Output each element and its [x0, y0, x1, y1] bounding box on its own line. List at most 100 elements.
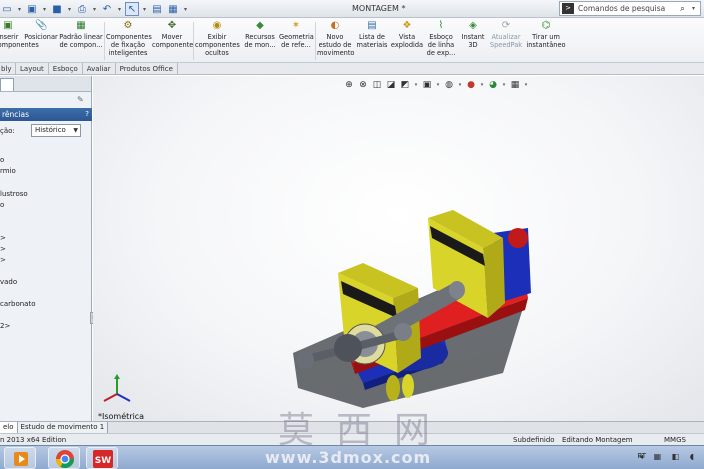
explode-line-label: Esboço de linha de exp... [426, 33, 456, 57]
watermark-chinese: 莫西网 [278, 410, 453, 451]
media-player-icon [14, 452, 28, 466]
tab-assembly[interactable]: bly [0, 63, 16, 75]
help-icon[interactable]: ? [85, 108, 89, 121]
zoom-to-fit-icon[interactable]: ⊕ [343, 79, 355, 91]
file-properties-icon[interactable]: ▦ [166, 2, 180, 16]
mate-label: Posicionar [24, 33, 58, 41]
system-tray[interactable]: ◂ ▦ ◧ ◖ [639, 452, 698, 461]
feature-manager-panel: ✎ rências ? ção: Histórico ▼ o rmio lust… [0, 76, 96, 421]
appearance-icon[interactable]: ● [465, 79, 477, 91]
mate-button[interactable]: 📎 Posicionar [24, 20, 58, 41]
panel-tab-active[interactable] [0, 78, 14, 91]
list-item[interactable]: 2> [0, 322, 10, 330]
quick-access-toolbar: ▭ ▾ ▣ ▾ ■ ▾ ⎙ ▾ ↶ ▾ ↖ ▾ ▤ ▦ ▾ [0, 1, 189, 17]
motion-study-icon: ◐ [330, 20, 340, 31]
reference-geometry-button[interactable]: ✶ Geometria de refe... [279, 20, 314, 49]
search-dropdown-icon[interactable]: ▾ [692, 5, 700, 12]
list-item[interactable]: vado [0, 278, 17, 286]
solidworks-icon: SW [93, 450, 113, 468]
scene-dropdown-icon[interactable]: ▾ [501, 79, 507, 91]
new-dropdown-icon[interactable]: ▾ [16, 2, 23, 16]
previous-view-icon[interactable]: ◫ [371, 79, 383, 91]
update-speedpak-button[interactable]: ⟳ Atualizar SpeedPak [489, 20, 523, 49]
list-item[interactable]: > [0, 256, 6, 264]
linear-pattern-button[interactable]: ▦ Padrão linear de compon... [59, 20, 103, 49]
command-search[interactable]: > Comandos de pesquisa ⌕ ▾ [559, 1, 701, 16]
list-item[interactable]: rmio [0, 167, 16, 175]
tab-sketch[interactable]: Esboço [49, 63, 83, 75]
print-dropdown-icon[interactable]: ▾ [91, 2, 98, 16]
watermark-url: www.3dmox.com [265, 448, 432, 467]
chrome-taskbar-button[interactable] [48, 447, 80, 469]
show-hidden-components-button[interactable]: ◉ Exibir componentes ocultos [195, 20, 240, 57]
speedpak-icon: ⟳ [501, 20, 511, 31]
linear-pattern-label: Padrão linear de compon... [59, 33, 103, 49]
move-component-button[interactable]: ✥ Mover componente [152, 20, 194, 49]
insert-components-icon: ▣ [3, 20, 13, 31]
exploded-view-button[interactable]: ❖ Vista explodida [390, 20, 424, 49]
tab-evaluate[interactable]: Avaliar [83, 63, 116, 75]
undo-dropdown-icon[interactable]: ▾ [116, 2, 123, 16]
tab-office-products[interactable]: Produtos Office [116, 63, 178, 75]
document-title: MONTAGEM * [352, 4, 406, 13]
view-orientation-dropdown-icon[interactable]: ▾ [413, 79, 419, 91]
list-item[interactable]: o [0, 156, 4, 164]
smart-fasteners-icon: ⚙ [123, 20, 133, 31]
zoom-area-icon[interactable]: ⊗ [357, 79, 369, 91]
insert-components-button[interactable]: ▣ Inserir componentes [0, 20, 39, 49]
open-folder-icon[interactable]: ▣ [25, 2, 39, 16]
hide-show-dropdown-icon[interactable]: ▾ [457, 79, 463, 91]
tab-motion-study[interactable]: Estudo de movimento 1 [17, 422, 109, 433]
undo-icon[interactable]: ↶ [100, 2, 114, 16]
list-item[interactable]: > [0, 245, 6, 253]
tab-model[interactable]: elo [0, 422, 18, 433]
explode-line-sketch-button[interactable]: ⌇ Esboço de linha de exp... [425, 20, 457, 57]
linear-pattern-icon: ▦ [76, 20, 86, 31]
appearance-dropdown-icon[interactable]: ▾ [479, 79, 485, 91]
open-dropdown-icon[interactable]: ▾ [41, 2, 48, 16]
view-settings-icon[interactable]: ▦ [509, 79, 521, 91]
save-dropdown-icon[interactable]: ▾ [66, 2, 73, 16]
save-icon[interactable]: ■ [50, 2, 64, 16]
reference-geometry-icon: ✶ [291, 20, 301, 31]
assembly-features-button[interactable]: ◆ Recursos de mon... [243, 20, 277, 49]
vise-assembly-model[interactable] [293, 138, 553, 408]
list-item[interactable]: o [0, 201, 4, 209]
take-snapshot-button[interactable]: ⌬ Tirar um instantâneo [526, 20, 566, 49]
graphics-viewport[interactable]: ⊕ ⊗ ◫ ◪ ◩ ▾ ▣ ▾ ◍ ▾ ● ▾ ◕ ▾ ▦ ▾ *Isométr… [93, 76, 704, 421]
scene-icon[interactable]: ◕ [487, 79, 499, 91]
search-input[interactable]: Comandos de pesquisa [578, 4, 680, 13]
rebuild-icon[interactable]: ▤ [150, 2, 164, 16]
move-component-label: Mover componente [152, 33, 194, 49]
history-select[interactable]: Histórico ▼ [31, 124, 81, 137]
smart-fasteners-button[interactable]: ⚙ Componentes de fixação inteligentes [106, 20, 152, 57]
list-item[interactable]: > [0, 234, 6, 242]
heads-up-view-toolbar: ⊕ ⊗ ◫ ◪ ◩ ▾ ▣ ▾ ◍ ▾ ● ▾ ◕ ▾ ▦ ▾ [343, 78, 529, 92]
section-view-icon[interactable]: ◪ [385, 79, 397, 91]
print-icon[interactable]: ⎙ [75, 2, 89, 16]
solidworks-taskbar-button[interactable]: SW [86, 447, 118, 469]
new-document-icon[interactable]: ▭ [0, 2, 14, 16]
options-dropdown-icon[interactable]: ▾ [182, 2, 189, 16]
coordinate-triad-icon [103, 374, 131, 402]
tab-layout[interactable]: Layout [16, 63, 49, 75]
new-motion-study-button[interactable]: ◐ Novo estudo de movimento [317, 20, 354, 57]
list-item[interactable]: lustroso [0, 190, 28, 198]
display-style-icon[interactable]: ▣ [421, 79, 433, 91]
assembly-features-icon: ◆ [256, 20, 264, 31]
search-icon[interactable]: ⌕ [680, 4, 692, 14]
view-orientation-icon[interactable]: ◩ [399, 79, 411, 91]
pin-icon[interactable]: ✎ [77, 95, 87, 105]
view-settings-dropdown-icon[interactable]: ▾ [523, 79, 529, 91]
smart-fasteners-label: Componentes de fixação inteligentes [106, 33, 152, 57]
speedpak-label: Atualizar SpeedPak [489, 33, 523, 49]
instant3d-button[interactable]: ◈ Instant 3D [459, 20, 487, 49]
reference-geometry-label: Geometria de refe... [279, 33, 314, 49]
select-dropdown-icon[interactable]: ▾ [141, 2, 148, 16]
list-item[interactable]: carbonato [0, 300, 36, 308]
hide-show-icon[interactable]: ◍ [443, 79, 455, 91]
display-style-dropdown-icon[interactable]: ▾ [435, 79, 441, 91]
media-player-taskbar-button[interactable] [4, 447, 36, 469]
select-pointer-icon[interactable]: ↖ [125, 2, 139, 16]
bill-of-materials-button[interactable]: ▤ Lista de materiais [356, 20, 388, 49]
